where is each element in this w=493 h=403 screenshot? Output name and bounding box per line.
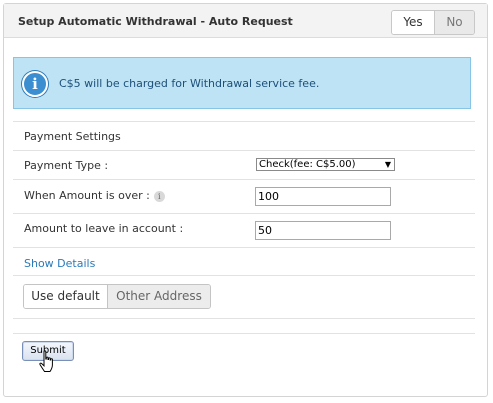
panel-header: Setup Automatic Withdrawal - Auto Reques… [4,4,487,38]
yes-button[interactable]: Yes [392,11,435,34]
divider [13,318,475,319]
show-details-link[interactable]: Show Details [24,257,95,270]
payment-type-select[interactable]: Check(fee: C$5.00) ▼ [256,158,395,171]
info-icon: i [22,71,48,97]
amount-to-leave-input[interactable] [255,221,391,240]
divider [13,150,475,151]
hand-cursor-icon [39,350,53,372]
notice-text: C$5 will be charged for Withdrawal servi… [59,77,320,90]
dropdown-arrow-icon: ▼ [384,160,391,169]
divider [13,275,475,276]
payment-settings-heading: Payment Settings [24,130,121,143]
divider [13,121,475,122]
divider [13,247,475,248]
when-amount-over-text: When Amount is over : [24,189,150,202]
when-amount-over-label: When Amount is over :i [24,189,165,202]
no-button[interactable]: No [435,11,474,34]
info-icon[interactable]: i [153,190,165,202]
fee-notice: i C$5 will be charged for Withdrawal ser… [13,57,471,109]
amount-to-leave-label: Amount to leave in account : [24,222,184,235]
divider [13,333,475,334]
use-default-button[interactable]: Use default [24,285,108,308]
payment-type-value: Check(fee: C$5.00) [259,159,356,170]
other-address-button[interactable]: Other Address [108,285,210,308]
panel-title: Setup Automatic Withdrawal - Auto Reques… [18,15,293,28]
address-toggle: Use default Other Address [23,284,211,309]
enable-toggle: Yes No [391,10,475,35]
payment-type-label: Payment Type : [24,159,109,172]
divider [13,179,475,180]
when-amount-over-input[interactable] [255,187,391,206]
divider [13,213,475,214]
